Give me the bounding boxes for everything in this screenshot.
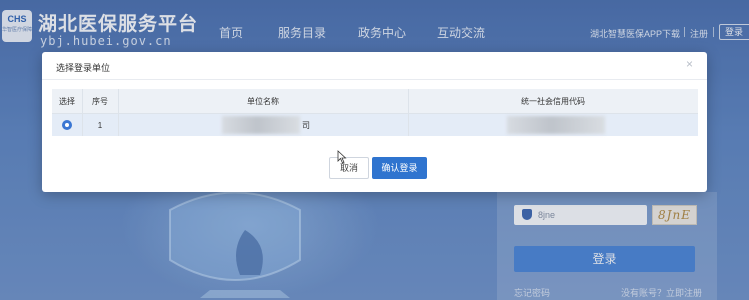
column-divider [118,114,119,136]
row-index: 1 [97,120,103,130]
column-header-credit-code: 统一社会信用代码 [521,96,585,106]
dialog-divider [42,79,707,80]
table-row[interactable]: 1 司 [52,114,698,136]
unit-name-suffix: 司 [302,120,310,130]
select-unit-dialog: 选择登录单位 × 选择 序号 单位名称 统一社会信用代码 1 司 取消 确认登录 [42,52,707,192]
redacted-unit-name [222,116,300,134]
unit-table: 选择 序号 单位名称 统一社会信用代码 1 司 [52,89,698,136]
column-divider [408,114,409,136]
radio-selected-icon[interactable] [62,120,72,130]
row-select-cell[interactable] [52,114,82,136]
redacted-credit-code [507,116,605,134]
column-header-index: 序号 [92,96,108,106]
dialog-title: 选择登录单位 [56,63,111,73]
column-header-unit-name: 单位名称 [247,96,279,106]
confirm-login-button[interactable]: 确认登录 [372,157,427,179]
mouse-cursor-icon [337,150,347,164]
column-header-select: 选择 [59,96,75,106]
table-header: 选择 序号 单位名称 统一社会信用代码 [52,89,698,114]
close-icon[interactable]: × [686,57,693,71]
cancel-button[interactable]: 取消 [329,157,369,179]
